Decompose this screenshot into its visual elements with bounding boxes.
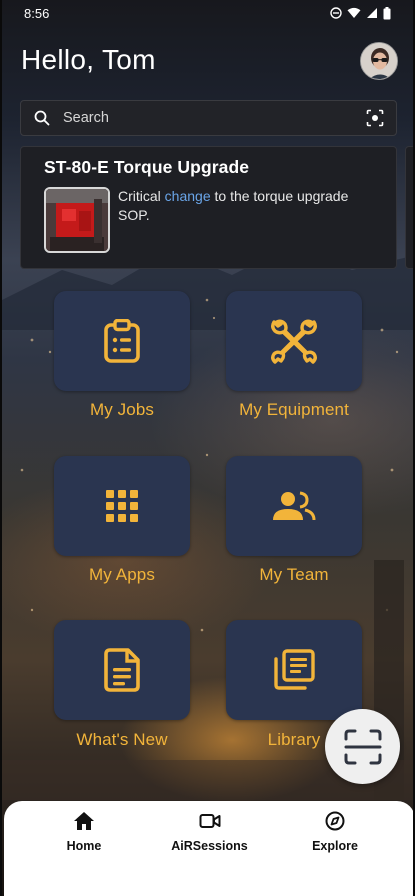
clipboard-list-icon: [104, 319, 140, 363]
status-bar: 8:56: [2, 0, 413, 26]
equipment-photo: [46, 189, 108, 251]
nav-home[interactable]: Home: [39, 811, 129, 896]
news-change-link[interactable]: change: [165, 188, 211, 204]
status-time: 8:56: [24, 5, 50, 21]
signal-icon: [367, 8, 377, 18]
library-icon: [274, 649, 315, 690]
news-body: Critical change to the torque upgrade SO…: [118, 187, 383, 225]
scan-icon[interactable]: [366, 109, 384, 127]
news-thumbnail: [44, 187, 110, 253]
status-icons: [330, 6, 391, 20]
news-text-before: Critical: [118, 188, 165, 204]
whats-new-tile[interactable]: [54, 620, 190, 720]
my-team-label: My Team: [259, 565, 329, 584]
news-title: ST-80-E Torque Upgrade: [44, 157, 250, 177]
whats-new-label: What's New: [76, 730, 168, 749]
wifi-icon: [347, 7, 361, 18]
avatar[interactable]: [360, 42, 398, 80]
compass-icon: [325, 811, 345, 831]
next-news-card-peek[interactable]: [405, 146, 413, 269]
my-jobs-tile[interactable]: [54, 291, 190, 391]
library-tile[interactable]: [226, 620, 362, 720]
my-apps-tile[interactable]: [54, 456, 190, 556]
my-equipment-label: My Equipment: [239, 400, 349, 419]
video-camera-icon: [199, 814, 220, 828]
nav-explore-label: Explore: [312, 839, 358, 853]
search-bar[interactable]: [20, 100, 397, 136]
nav-home-label: Home: [66, 839, 102, 853]
my-team-tile[interactable]: [226, 456, 362, 556]
team-icon: [273, 491, 316, 521]
home-screen: 8:56 Hello, Tom Search ST-80-E Torque Up…: [0, 0, 415, 896]
search-input[interactable]: [63, 110, 366, 126]
bottom-navigation: Home AiRSessions Explore: [4, 801, 413, 896]
battery-icon: [383, 6, 391, 19]
my-apps-label: My Apps: [89, 565, 155, 584]
scan-frame-icon: [344, 729, 381, 764]
wrench-cross-icon: [271, 319, 317, 364]
nav-explore[interactable]: Explore: [290, 811, 380, 896]
scan-fab-button[interactable]: [325, 709, 400, 784]
search-icon: [34, 110, 50, 126]
document-icon: [104, 648, 140, 692]
my-jobs-label: My Jobs: [90, 400, 154, 419]
news-card[interactable]: ST-80-E Torque Upgrade Critical change t…: [20, 146, 397, 269]
my-equipment-tile[interactable]: [226, 291, 362, 391]
greeting-title: Hello, Tom: [21, 44, 156, 75]
home-icon: [74, 812, 94, 830]
app-grid-icon: [106, 490, 138, 522]
nav-airsessions[interactable]: AiRSessions: [165, 811, 255, 896]
do-not-disturb-icon: [330, 7, 342, 19]
user-photo: [361, 43, 397, 79]
nav-airsessions-label: AiRSessions: [171, 839, 248, 853]
